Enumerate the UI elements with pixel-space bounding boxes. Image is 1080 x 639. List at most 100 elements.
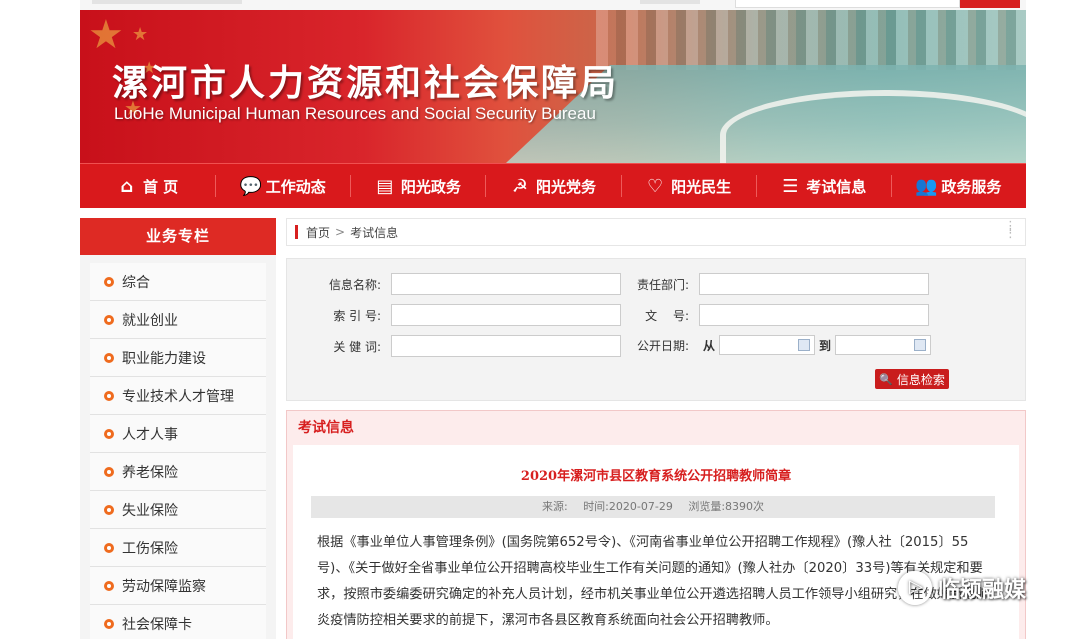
sidebar-item-label: 劳动保障监察 (122, 578, 206, 595)
sidebar-item-employment[interactable]: 就业创业 (90, 301, 266, 339)
sidebar-item-pension[interactable]: 养老保险 (90, 453, 266, 491)
sidebar-item-general[interactable]: 综合 (90, 263, 266, 301)
sidebar-title: 业务专栏 (80, 218, 276, 255)
nav-item-label: 政务服务 (941, 177, 1002, 196)
document-number-input[interactable] (699, 304, 929, 326)
department-input[interactable] (699, 273, 929, 295)
date-to-input[interactable] (835, 335, 932, 355)
sidebar-item-work-injury[interactable]: 工伤保险 (90, 529, 266, 567)
form-row: 文 号: (629, 304, 929, 326)
nav-item-home[interactable]: ⌂ 首 页 (80, 164, 215, 208)
sidebar-item-label: 人才人事 (122, 426, 178, 443)
sidebar-item-label: 社会保障卡 (122, 616, 192, 633)
nav-item-exam-info[interactable]: ☰ 考试信息 (755, 164, 891, 208)
bullet-icon (104, 314, 114, 325)
watermark-text: 临颍融媒 (938, 578, 1027, 603)
article-source: 来源: (541, 500, 568, 513)
sidebar-list: 综合 就业创业 职业能力建设 专业技术人才管理 人才人事 养老保险 失业保险 工… (80, 255, 276, 639)
article-meta: 来源: 时间:2020-07-29 浏览量:8390次 (311, 496, 995, 518)
article-title: 2020年漯河市县区教育系统公开招聘教师简章 (520, 469, 792, 484)
article-views: 浏览量:8390次 (688, 500, 765, 513)
watermark-logo-icon (898, 571, 932, 605)
breadcrumb-current[interactable]: 考试信息 (350, 224, 398, 241)
nav-item-government-affairs[interactable]: ▤ 阳光政务 (350, 164, 485, 208)
top-search-input[interactable] (735, 0, 960, 8)
keyword-input[interactable] (391, 335, 621, 357)
document-icon: ▤ (376, 175, 394, 197)
bullet-icon (104, 580, 114, 591)
bullet-icon (104, 352, 114, 363)
banner-cityscape (596, 10, 1026, 70)
form-row: 索 引 号: (321, 304, 621, 326)
sidebar-item-unemployment[interactable]: 失业保险 (90, 491, 266, 529)
bullet-icon (104, 542, 114, 553)
site-title-cn: 漯河市人力资源和社会保障局 (112, 62, 620, 104)
sidebar-item-label: 职业能力建设 (122, 350, 206, 367)
top-search-button[interactable] (960, 0, 1020, 8)
nav-item-label: 首 页 (142, 177, 179, 196)
breadcrumb-home-link[interactable]: 首页 (306, 224, 330, 241)
calendar-icon[interactable] (798, 339, 811, 351)
search-button[interactable]: 🔍 信息检索 (875, 369, 949, 389)
breadcrumb-marker (295, 225, 298, 239)
info-name-label: 信息名称: (328, 277, 381, 292)
party-emblem-icon: ☭ (511, 175, 529, 197)
site-banner: ★ ★ ★ ★ 漯河市人力资源和社会保障局 LuoHe Municipal Hu… (80, 10, 1026, 163)
bullet-icon (104, 390, 114, 401)
calendar-icon[interactable] (914, 339, 927, 351)
sidebar-item-label: 养老保险 (122, 464, 178, 481)
section-title: 考试信息 (298, 420, 354, 436)
info-name-input[interactable] (391, 273, 621, 295)
article-time: 时间:2020-07-29 (583, 500, 673, 513)
form-row: 责任部门: (629, 273, 929, 295)
sidebar: 业务专栏 综合 就业创业 职业能力建设 专业技术人才管理 人才人事 养老保险 失… (80, 218, 276, 639)
bullet-icon (104, 428, 114, 439)
document-number-label: 文 号: (645, 308, 689, 323)
date-to-label: 到 (819, 338, 832, 353)
search-icon: 🔍 (879, 372, 893, 386)
breadcrumb: 首页 > 考试信息 ⋮ ⋮ (286, 218, 1026, 246)
star-icon: ★ (132, 24, 149, 45)
nav-item-services[interactable]: 👥 政务服务 (890, 164, 1026, 208)
site-title-en: LuoHe Municipal Human Resources and Soci… (114, 104, 596, 123)
nav-item-label: 考试信息 (806, 177, 867, 196)
sidebar-item-label: 专业技术人才管理 (122, 388, 234, 405)
nav-item-party-affairs[interactable]: ☭ 阳光党务 (485, 164, 620, 208)
bullet-icon (104, 466, 114, 477)
nav-item-work-news[interactable]: 💬 工作动态 (215, 164, 350, 208)
main-nav: ⌂ 首 页 💬 工作动态 ▤ 阳光政务 ☭ 阳光党务 ♡ 阳光民生 ☰ 考试信息… (80, 163, 1026, 208)
nav-item-livelihood[interactable]: ♡ 阳光民生 (620, 164, 756, 208)
star-icon: ★ (88, 12, 124, 58)
sidebar-item-personnel[interactable]: 人才人事 (90, 415, 266, 453)
form-row: 关 健 词: (321, 335, 621, 357)
sidebar-item-professional-talent[interactable]: 专业技术人才管理 (90, 377, 266, 415)
sidebar-item-label: 工伤保险 (122, 540, 178, 557)
search-button-label: 信息检索 (896, 372, 945, 387)
article-body: 根据《事业单位人事管理条例》(国务院第652号令)、《河南省事业单位公开招聘工作… (317, 535, 990, 628)
index-number-label: 索 引 号: (333, 308, 381, 323)
home-icon: ⌂ (120, 175, 134, 197)
sidebar-item-social-security-card[interactable]: 社会保障卡 (90, 605, 266, 639)
sidebar-item-vocational-skills[interactable]: 职业能力建设 (90, 339, 266, 377)
people-icon: 👥 (915, 175, 938, 197)
publish-date-label: 公开日期: (636, 338, 689, 353)
date-from-input[interactable] (719, 335, 816, 355)
sidebar-item-label: 综合 (122, 274, 150, 291)
index-number-input[interactable] (391, 304, 621, 326)
nav-item-label: 阳光党务 (535, 177, 596, 196)
form-row: 公开日期: 从 到 (629, 335, 932, 355)
top-link-placeholder[interactable] (92, 0, 242, 4)
handshake-icon: ♡ (647, 175, 664, 197)
top-link-placeholder[interactable] (640, 0, 700, 4)
bullet-icon (104, 504, 114, 515)
sidebar-item-label: 失业保险 (122, 502, 178, 519)
top-utility-bar (80, 0, 1026, 10)
sidebar-item-label: 就业创业 (122, 312, 178, 329)
article: 2020年漯河市县区教育系统公开招聘教师简章 来源: 时间:2020-07-29… (293, 445, 1019, 639)
department-label: 责任部门: (636, 277, 689, 292)
date-from-label: 从 (703, 338, 716, 353)
keyword-label: 关 健 词: (333, 339, 381, 354)
nav-item-label: 阳光政务 (400, 177, 461, 196)
sidebar-item-labor-inspection[interactable]: 劳动保障监察 (90, 567, 266, 605)
nav-item-label: 阳光民生 (671, 177, 732, 196)
